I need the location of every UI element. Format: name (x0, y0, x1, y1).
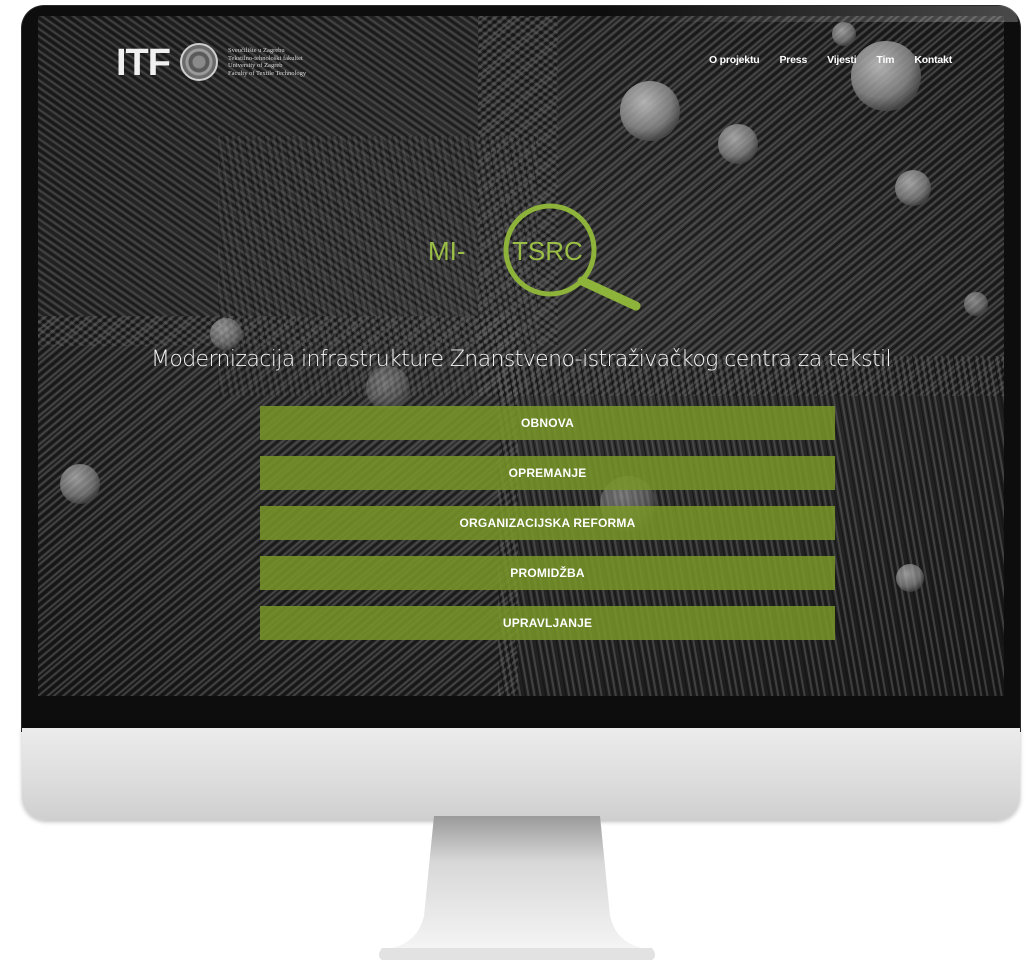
university-seal-icon (179, 43, 218, 81)
obnova-button[interactable]: OBNOVA (260, 406, 835, 440)
university-name: Sveučilište u Zagrebu Tekstilno-tehnološ… (228, 47, 306, 77)
mi-tsrc-logo: MI- TSRC (428, 203, 641, 311)
nav-item-kontakt[interactable]: Kontakt (914, 54, 952, 66)
website-screen: ITF Sveučilište u Zagrebu Tekstilno-tehn… (38, 16, 1004, 696)
upravljanje-button[interactable]: UPRAVLJANJE (260, 606, 835, 640)
itf-wordmark: ITF (116, 42, 171, 84)
organizacijska-reforma-button[interactable]: ORGANIZACIJSKA REFORMA (260, 506, 835, 540)
promidzba-button[interactable]: PROMIDŽBA (260, 556, 835, 590)
monitor-bezel: ITF Sveučilište u Zagrebu Tekstilno-tehn… (22, 6, 1020, 731)
university-line: Faculty of Textile Technology (227, 69, 307, 77)
nav-item-press[interactable]: Press (779, 54, 807, 66)
itf-logo-text: ITF (116, 42, 171, 84)
itf-logo[interactable]: ITF Sveučilište u Zagrebu Tekstilno-tehn… (116, 42, 306, 82)
nav-item-tim[interactable]: Tim (876, 54, 894, 66)
nav-item-o-projektu[interactable]: O projektu (709, 54, 760, 66)
nav-item-vijesti[interactable]: Vijesti (827, 54, 857, 66)
category-buttons: OBNOVA OPREMANJE ORGANIZACIJSKA REFORMA … (260, 406, 835, 656)
opremanje-button[interactable]: OPREMANJE (260, 456, 835, 490)
monitor-stand (379, 816, 655, 960)
screen-glare (604, 6, 1018, 22)
main-navigation: O projektu Press Vijesti Tim Kontakt (709, 54, 952, 66)
logo-prefix: MI- (428, 236, 466, 266)
university-line: Tekstilno-tehnološki fakultet (227, 54, 303, 62)
hero-title: Modernizacija infrastrukture Znanstveno-… (150, 347, 892, 372)
university-line: Sveučilište u Zagrebu (227, 47, 285, 54)
monitor-frame: ITF Sveučilište u Zagrebu Tekstilno-tehn… (22, 6, 1020, 820)
university-line: University of Zagreb (227, 62, 283, 69)
logo-main: TSRC (512, 236, 583, 266)
monitor-chin (22, 728, 1020, 820)
